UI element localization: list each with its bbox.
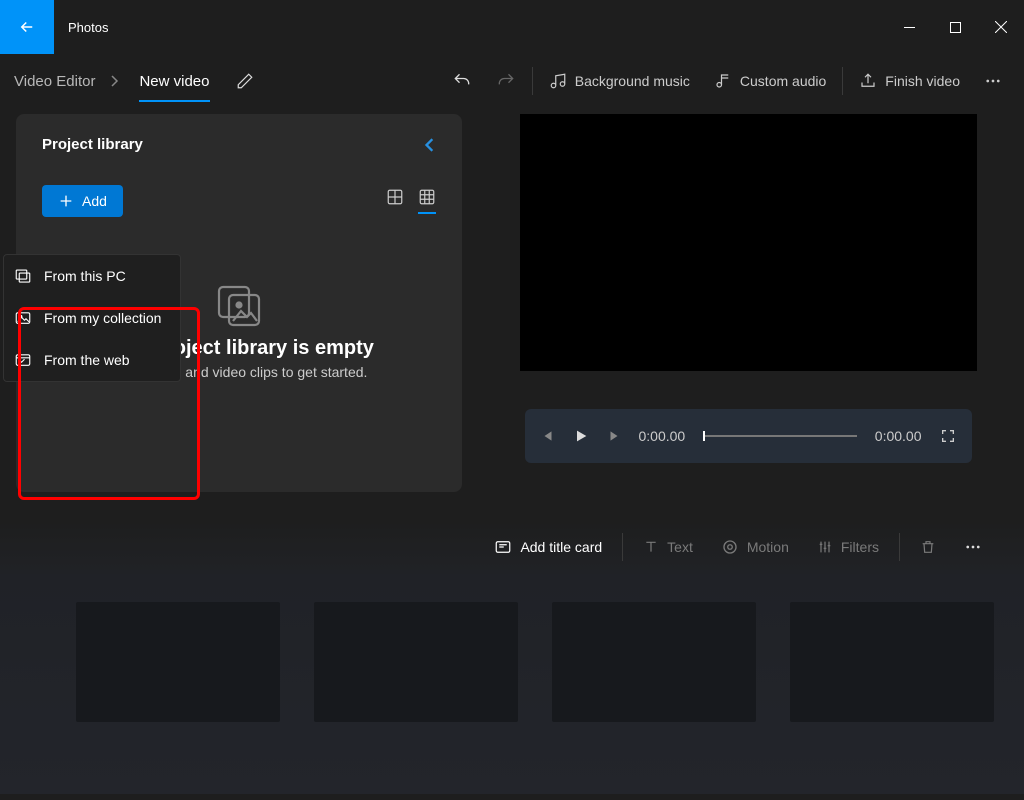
web-icon (14, 351, 32, 369)
play-button[interactable] (573, 428, 589, 444)
tab-underline (139, 100, 209, 102)
storyboard-toolbar: Add title card Text Motion Filters (0, 520, 1024, 574)
redo-button[interactable] (484, 63, 528, 99)
export-icon (859, 72, 877, 90)
pc-icon (14, 267, 32, 285)
library-view-toggle (386, 188, 436, 214)
grid-small-button[interactable] (418, 188, 436, 214)
add-title-card-label: Add title card (520, 539, 602, 555)
back-button[interactable] (0, 0, 54, 54)
filters-button[interactable]: Filters (805, 531, 891, 563)
plus-icon (58, 193, 74, 209)
text-label: Text (667, 539, 693, 555)
maximize-button[interactable] (932, 11, 978, 43)
trash-icon (920, 538, 936, 556)
filters-icon (817, 539, 833, 555)
project-name-tab[interactable]: New video (139, 67, 209, 96)
chevron-right-icon (109, 75, 119, 87)
motion-button[interactable]: Motion (709, 530, 801, 564)
menu-from-web-label: From the web (44, 352, 130, 368)
background-music-button[interactable]: Background music (537, 64, 702, 98)
storyboard-divider (622, 533, 623, 561)
menu-from-this-pc[interactable]: From this PC (4, 255, 180, 297)
main-area: Project library Add (0, 108, 1024, 508)
storyboard-track[interactable] (0, 574, 1024, 794)
storyboard-more-button[interactable] (952, 530, 994, 564)
storyboard-divider (899, 533, 900, 561)
preview-pane: 0:00.00 0:00.00 (502, 114, 994, 508)
title-card-icon (494, 538, 512, 556)
storyboard-slot[interactable] (552, 602, 756, 722)
editor-toolbar: Video Editor New video Background music … (0, 54, 1024, 108)
minimize-button[interactable] (886, 11, 932, 43)
filters-label: Filters (841, 539, 879, 555)
more-icon (964, 538, 982, 556)
toolbar-divider (532, 67, 533, 95)
motion-label: Motion (747, 539, 789, 555)
add-button[interactable]: Add (42, 185, 123, 217)
text-icon (643, 539, 659, 555)
next-frame-button[interactable] (607, 429, 621, 443)
project-library-title: Project library (42, 136, 143, 153)
collapse-library-button[interactable] (424, 138, 436, 152)
storyboard-slot[interactable] (76, 602, 280, 722)
custom-audio-button[interactable]: Custom audio (702, 64, 838, 98)
close-button[interactable] (978, 11, 1024, 43)
more-button[interactable] (972, 64, 1014, 98)
finish-video-button[interactable]: Finish video (847, 64, 972, 98)
collection-icon (14, 309, 32, 327)
undo-button[interactable] (440, 63, 484, 99)
window-controls (886, 11, 1024, 43)
finish-video-label: Finish video (885, 73, 960, 89)
storyboard-slot[interactable] (790, 602, 994, 722)
breadcrumb-root[interactable]: Video Editor (14, 73, 95, 90)
rename-button[interactable] (236, 72, 254, 90)
add-title-card-button[interactable]: Add title card (482, 530, 614, 564)
current-time: 0:00.00 (639, 428, 686, 444)
fullscreen-button[interactable] (940, 428, 956, 444)
menu-from-collection[interactable]: From my collection (4, 297, 180, 339)
app-title: Photos (68, 20, 108, 35)
grid-large-button[interactable] (386, 188, 404, 214)
titlebar: Photos (0, 0, 1024, 54)
menu-from-collection-label: From my collection (44, 310, 161, 326)
player-controls: 0:00.00 0:00.00 (525, 409, 972, 463)
seek-track[interactable] (703, 435, 857, 437)
music-icon (549, 72, 567, 90)
prev-frame-button[interactable] (541, 429, 555, 443)
add-button-label: Add (82, 193, 107, 209)
delete-clip-button[interactable] (908, 530, 948, 564)
video-preview[interactable] (520, 114, 977, 371)
menu-from-pc-label: From this PC (44, 268, 126, 284)
toolbar-divider (842, 67, 843, 95)
custom-audio-label: Custom audio (740, 73, 826, 89)
add-source-menu: From this PC From my collection From the… (3, 254, 181, 382)
project-name-label: New video (139, 73, 209, 90)
more-icon (984, 72, 1002, 90)
motion-icon (721, 538, 739, 556)
audio-icon (714, 72, 732, 90)
storyboard-slot[interactable] (314, 602, 518, 722)
bg-music-label: Background music (575, 73, 690, 89)
menu-from-web[interactable]: From the web (4, 339, 180, 381)
total-time: 0:00.00 (875, 428, 922, 444)
text-button[interactable]: Text (631, 531, 705, 563)
